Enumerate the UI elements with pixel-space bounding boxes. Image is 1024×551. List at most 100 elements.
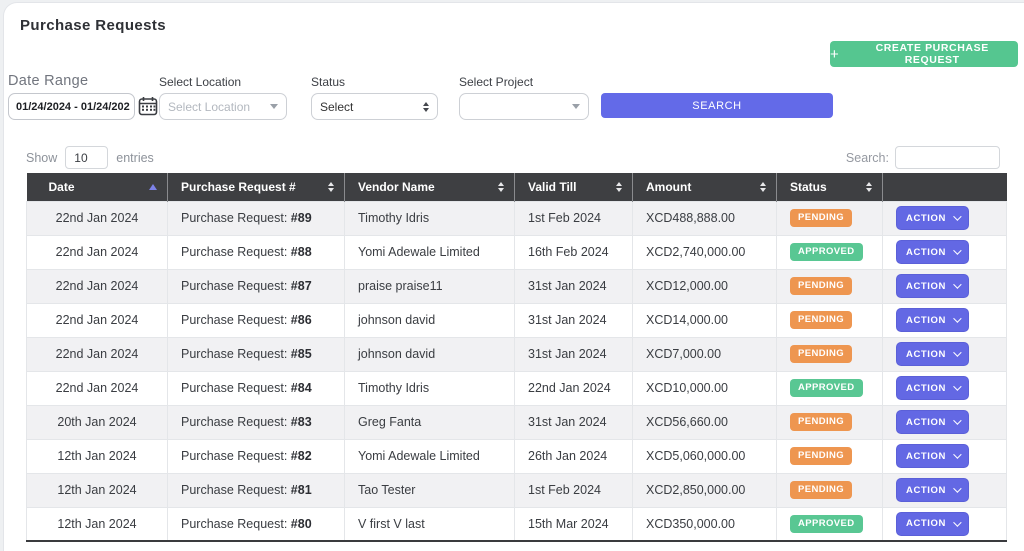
location-select-placeholder: Select Location [168,99,251,114]
action-dropdown-button[interactable]: ACTION [896,240,969,264]
cell-action: ACTION [882,506,1007,542]
cell-status: PENDING [776,438,883,474]
action-label: ACTION [905,348,946,360]
action-dropdown-button[interactable]: ACTION [896,206,969,230]
status-badge: PENDING [790,209,853,227]
cell-amount: XCD56,660.00 [632,404,777,440]
sort-updown-icon [616,182,622,192]
table-row: 22nd Jan 2024 Purchase Request: #86 johnso… [26,302,1007,338]
request-number: #83 [290,415,312,429]
cell-amount: XCD7,000.00 [632,336,777,372]
calendar-icon[interactable] [138,96,158,116]
chevron-down-icon [953,280,962,289]
action-dropdown-button[interactable]: ACTION [896,308,969,332]
table-search-control: Search: [846,146,1000,169]
search-button[interactable]: SEARCH [601,93,833,118]
location-select[interactable]: Select Location [159,93,287,120]
plus-icon: + [830,45,840,63]
cell-vendor-name: Timothy Idris [344,200,515,236]
action-label: ACTION [905,382,946,394]
column-label: Purchase Request # [181,179,296,194]
table-search-input[interactable] [895,146,1000,169]
column-header-amount[interactable]: Amount [632,173,777,201]
cell-status: PENDING [776,302,883,338]
status-badge: APPROVED [790,379,863,397]
request-number: #87 [290,279,312,293]
status-select-value: Select [320,99,354,114]
cell-amount: XCD5,060,000.00 [632,438,777,474]
request-prefix: Purchase Request: [181,381,291,395]
column-header-status[interactable]: Status [776,173,883,201]
cell-action: ACTION [882,472,1007,508]
show-label: Show [26,150,58,165]
sort-updown-icon [498,182,504,192]
action-label: ACTION [905,518,946,530]
page-title: Purchase Requests [20,17,167,34]
cell-status: APPROVED [776,370,883,406]
request-prefix: Purchase Request: [181,483,291,497]
cell-purchase-request-number: Purchase Request: #84 [167,370,345,406]
request-prefix: Purchase Request: [181,313,291,327]
date-range-input[interactable]: 01/24/2024 - 01/24/202 [8,93,135,120]
chevron-down-icon [953,348,962,357]
chevron-down-icon [953,484,962,493]
column-header-request[interactable]: Purchase Request # [167,173,345,201]
cell-amount: XCD2,850,000.00 [632,472,777,508]
column-label: Date [48,179,75,194]
status-select[interactable]: Select [311,93,438,120]
cell-amount: XCD14,000.00 [632,302,777,338]
table-body: 22nd Jan 2024 Purchase Request: #89 Timoth… [26,200,1007,542]
cell-purchase-request-number: Purchase Request: #86 [167,302,345,338]
action-dropdown-button[interactable]: ACTION [896,376,969,400]
column-header-date[interactable]: Date [26,173,168,201]
action-dropdown-button[interactable]: ACTION [896,511,969,536]
table-row: 22nd Jan 2024 Purchase Request: #85 johnso… [26,336,1007,372]
column-header-vendor[interactable]: Vendor Name [344,173,515,201]
cell-valid-till: 31st Jan 2024 [514,336,633,372]
action-label: ACTION [905,314,946,326]
cell-valid-till: 31st Jan 2024 [514,302,633,338]
request-number: #86 [290,313,312,327]
cell-status: PENDING [776,404,883,440]
cell-status: PENDING [776,336,883,372]
table-row: 12th Jan 2024 Purchase Request: #80 V firs… [26,506,1007,542]
table-row: 22nd Jan 2024 Purchase Request: #87 praise… [26,268,1007,304]
purchase-requests-table: Date Purchase Request # Vendor Name Valid T… [26,173,1007,542]
entries-label: entries [116,150,154,165]
column-header-valid-till[interactable]: Valid Till [514,173,633,201]
status-badge: PENDING [790,413,853,431]
cell-action: ACTION [882,404,1007,440]
cell-purchase-request-number: Purchase Request: #82 [167,438,345,474]
request-prefix: Purchase Request: [181,211,291,225]
status-badge: PENDING [790,481,853,499]
request-prefix: Purchase Request: [181,347,291,361]
column-label: Status [790,179,827,194]
request-prefix: Purchase Request: [181,516,291,531]
cell-date: 12th Jan 2024 [26,438,168,474]
status-badge: APPROVED [790,515,863,533]
chevron-down-icon [953,212,962,221]
entries-count-input[interactable] [65,146,109,169]
table-row: 12th Jan 2024 Purchase Request: #82 Yomi A… [26,438,1007,474]
request-number: #81 [290,483,312,497]
action-dropdown-button[interactable]: ACTION [896,478,969,502]
cell-action: ACTION [882,268,1007,304]
cell-purchase-request-number: Purchase Request: #81 [167,472,345,508]
table-row: 22nd Jan 2024 Purchase Request: #88 Yomi A… [26,234,1007,270]
project-select[interactable] [459,93,589,120]
action-dropdown-button[interactable]: ACTION [896,274,969,298]
chevron-down-icon [953,246,962,255]
cell-purchase-request-number: Purchase Request: #89 [167,200,345,236]
cell-status: PENDING [776,200,883,236]
cell-purchase-request-number: Purchase Request: #85 [167,336,345,372]
cell-date: 22nd Jan 2024 [26,302,168,338]
action-dropdown-button[interactable]: ACTION [896,342,969,366]
create-purchase-request-button[interactable]: + CREATE PURCHASE REQUEST [830,41,1018,67]
action-dropdown-button[interactable]: ACTION [896,444,969,468]
table-header: Date Purchase Request # Vendor Name Valid T… [26,173,1007,201]
column-label: Valid Till [528,179,577,194]
cell-amount: XCD2,740,000.00 [632,234,777,270]
table-row: 22nd Jan 2024 Purchase Request: #89 Timoth… [26,200,1007,236]
cell-amount: XCD350,000.00 [632,506,777,542]
action-dropdown-button[interactable]: ACTION [896,410,969,434]
